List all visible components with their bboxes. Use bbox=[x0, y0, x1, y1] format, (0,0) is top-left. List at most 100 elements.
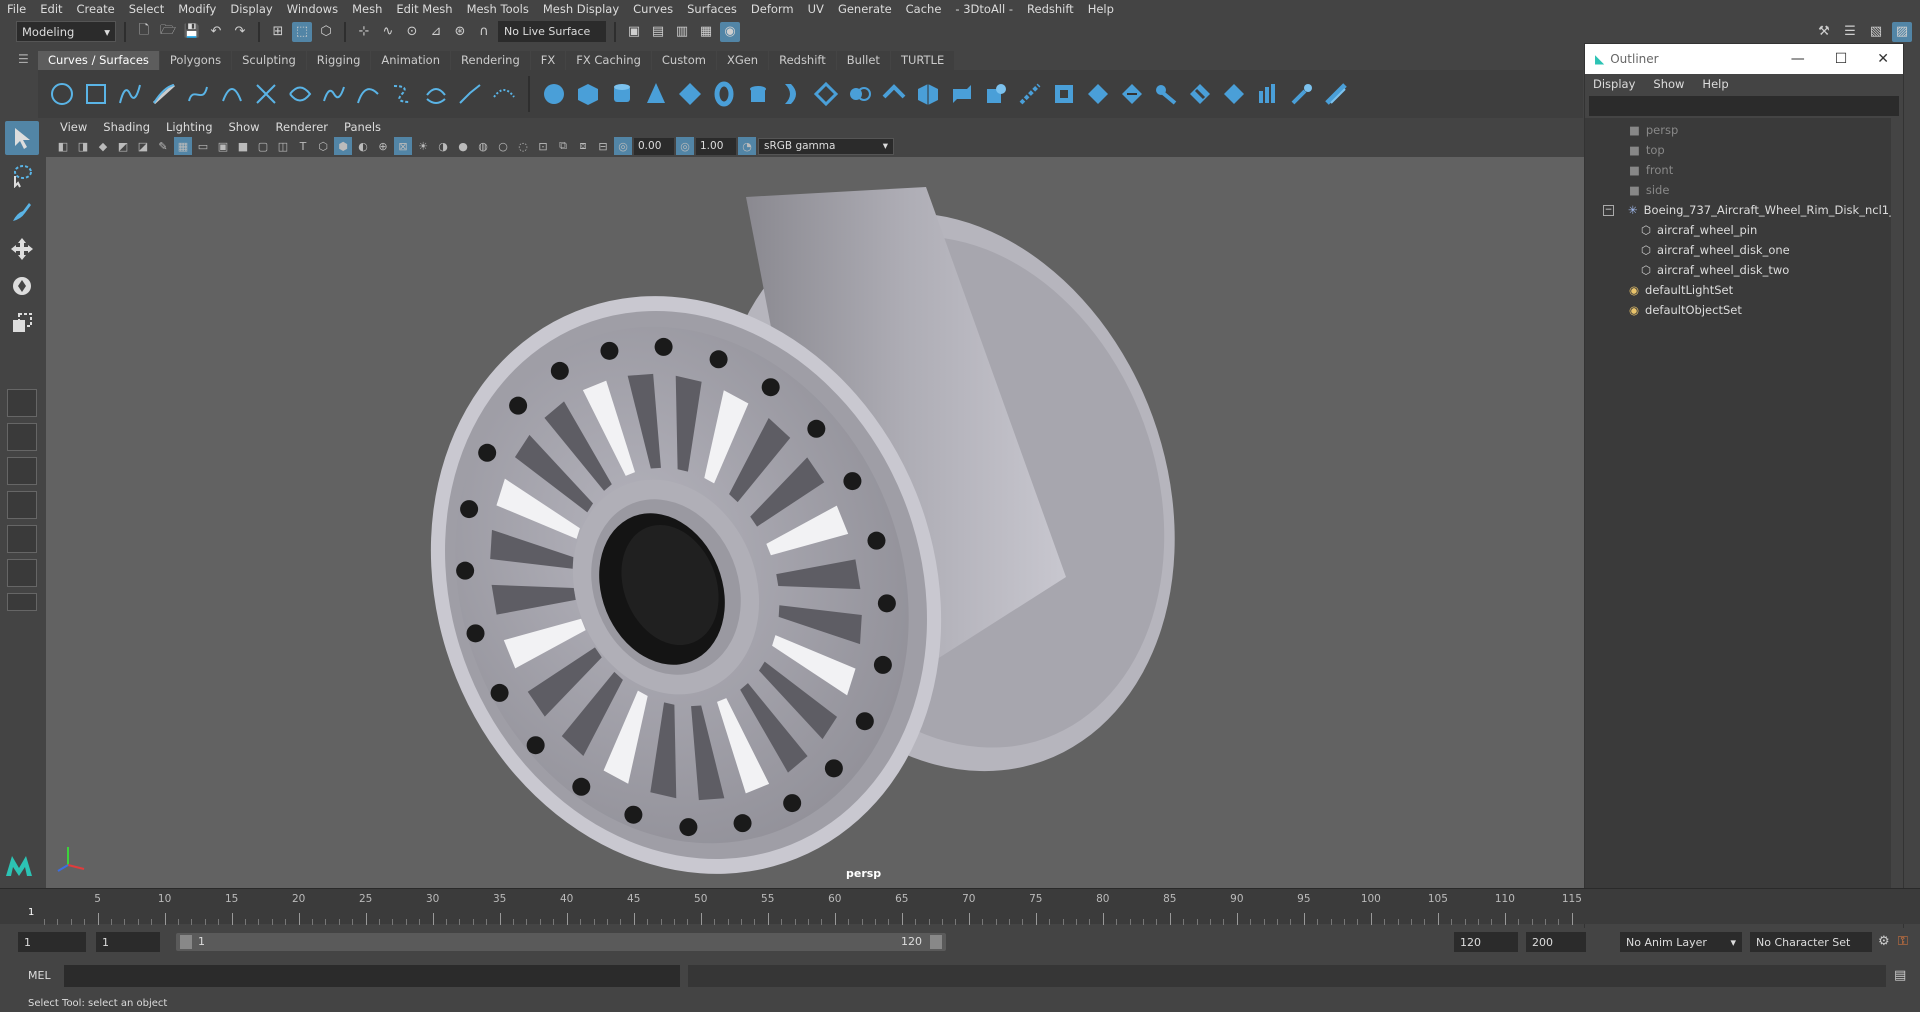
ep-curve-icon[interactable] bbox=[150, 80, 178, 108]
playback-end-field[interactable]: 120 bbox=[1454, 932, 1518, 952]
boundary-icon[interactable] bbox=[948, 80, 976, 108]
command-input[interactable] bbox=[64, 965, 680, 987]
menu-edit[interactable]: Edit bbox=[33, 2, 69, 16]
lasso-tool-icon[interactable] bbox=[5, 158, 39, 192]
xray-components-icon[interactable]: ⊟ bbox=[594, 137, 612, 155]
menu-redshift[interactable]: Redshift bbox=[1020, 2, 1081, 16]
menu-generate[interactable]: Generate bbox=[831, 2, 899, 16]
tab-fx-caching[interactable]: FX Caching bbox=[566, 51, 651, 70]
curve-intersect-icon[interactable] bbox=[286, 80, 314, 108]
range-end-handle[interactable] bbox=[930, 935, 942, 949]
hypershade-icon[interactable]: ◉ bbox=[720, 21, 740, 42]
tab-custom[interactable]: Custom bbox=[651, 51, 716, 70]
outliner-item-default-light-set[interactable]: ◉ defaultLightSet bbox=[1629, 280, 1733, 300]
menu-curves[interactable]: Curves bbox=[626, 2, 680, 16]
outliner-item-side[interactable]: ■ side bbox=[1629, 180, 1669, 200]
range-slider[interactable]: 1 120 bbox=[176, 933, 946, 951]
attach-curves-icon[interactable] bbox=[320, 80, 348, 108]
outliner-item-default-object-set[interactable]: ◉ defaultObjectSet bbox=[1629, 300, 1742, 320]
bookmark-icon[interactable]: ◆ bbox=[94, 137, 112, 155]
motion-blur-icon[interactable]: ◍ bbox=[474, 137, 492, 155]
align-surfaces-icon[interactable] bbox=[1220, 80, 1248, 108]
outliner-menu-display[interactable]: Display bbox=[1593, 77, 1635, 91]
insert-knot-icon[interactable] bbox=[490, 80, 518, 108]
reverse-curve-icon[interactable] bbox=[422, 80, 450, 108]
time-slider[interactable]: 5 10 15 20 25 30 35 40 45 50 55 60 65 70 75 80 85 90 95 100… bbox=[0, 888, 1920, 925]
hypershade-layout-icon[interactable] bbox=[7, 559, 37, 587]
tab-animation[interactable]: Animation bbox=[371, 51, 451, 70]
tab-rigging[interactable]: Rigging bbox=[306, 51, 371, 70]
anim-layer-dropdown[interactable]: No Anim Layer ▾ bbox=[1620, 932, 1742, 952]
menu-mesh[interactable]: Mesh bbox=[345, 2, 389, 16]
shadows-icon[interactable]: ◑ bbox=[434, 137, 452, 155]
ipr-render-icon[interactable]: ▥ bbox=[672, 22, 692, 42]
wireframe-on-shaded-icon[interactable]: ⊕ bbox=[374, 137, 392, 155]
intersect-surfaces-icon[interactable] bbox=[1016, 80, 1044, 108]
menu-display[interactable]: Display bbox=[223, 2, 279, 16]
live-surface-field[interactable]: No Live Surface bbox=[498, 21, 606, 42]
arc-tool-icon[interactable] bbox=[218, 80, 246, 108]
textured-icon[interactable]: ⊠ bbox=[394, 137, 412, 155]
smooth-shade-icon[interactable]: ⬢ bbox=[334, 137, 352, 155]
outliner-item-persp[interactable]: ■ persp bbox=[1629, 120, 1678, 140]
menu-mesh-tools[interactable]: Mesh Tools bbox=[460, 2, 536, 16]
tab-rendering[interactable]: Rendering bbox=[451, 51, 530, 70]
square-surface-icon[interactable] bbox=[982, 80, 1010, 108]
tab-fx[interactable]: FX bbox=[530, 51, 566, 70]
exposure-icon[interactable]: ◎ bbox=[614, 137, 632, 155]
untrim-icon[interactable] bbox=[1118, 80, 1146, 108]
ambient-occlusion-icon[interactable]: ● bbox=[454, 137, 472, 155]
project-curve-icon[interactable] bbox=[1050, 80, 1078, 108]
outliner-item-group[interactable]: − ✳ Boeing_737_Aircraft_Wheel_Rim_Disk_n… bbox=[1603, 200, 1902, 220]
outliner-menu-help[interactable]: Help bbox=[1702, 77, 1728, 91]
outliner-item-wheel-pin[interactable]: ⬡ aircraf_wheel_pin bbox=[1641, 220, 1757, 240]
grid-icon[interactable]: ▦ bbox=[174, 137, 192, 155]
viewport-menu-shading[interactable]: Shading bbox=[95, 120, 158, 134]
detach-curves-icon[interactable] bbox=[354, 80, 382, 108]
tab-turtle[interactable]: TURTLE bbox=[890, 51, 955, 70]
two-view-layout-icon[interactable] bbox=[7, 457, 37, 485]
nurbs-plane-icon[interactable] bbox=[676, 80, 704, 108]
move-tool-icon[interactable] bbox=[5, 232, 39, 266]
exposure-field[interactable]: 0.00 bbox=[634, 137, 674, 155]
close-icon[interactable]: ✕ bbox=[1877, 51, 1889, 67]
outliner-item-wheel-disk-two[interactable]: ⬡ aircraf_wheel_disk_two bbox=[1641, 260, 1789, 280]
outliner-item-front[interactable]: ■ front bbox=[1629, 160, 1673, 180]
extend-curve-icon[interactable] bbox=[456, 80, 484, 108]
menu-cache[interactable]: Cache bbox=[899, 2, 949, 16]
key-icon[interactable]: ⚙ bbox=[1878, 934, 1890, 949]
new-scene-icon[interactable]: 🗋 bbox=[134, 22, 154, 42]
gamma-icon[interactable]: ◎ bbox=[676, 137, 694, 155]
redo-icon[interactable]: ↷ bbox=[230, 22, 250, 42]
color-management-icon[interactable]: ◔ bbox=[738, 137, 756, 155]
channel-box-icon[interactable]: ▨ bbox=[1892, 21, 1912, 42]
character-set-dropdown[interactable]: No Character Set bbox=[1750, 932, 1872, 952]
gate-mask-icon[interactable]: ■ bbox=[234, 137, 252, 155]
nurbs-cube-icon[interactable] bbox=[574, 80, 602, 108]
select-object-icon[interactable]: ⬚ bbox=[292, 21, 312, 42]
open-scene-icon[interactable]: 🗁 bbox=[158, 22, 178, 42]
tab-redshift[interactable]: Redshift bbox=[769, 51, 836, 70]
resolution-gate-icon[interactable]: ▣ bbox=[214, 137, 232, 155]
viewport-menu-panels[interactable]: Panels bbox=[336, 120, 389, 134]
menu-deform[interactable]: Deform bbox=[744, 2, 801, 16]
menu-mesh-display[interactable]: Mesh Display bbox=[536, 2, 626, 16]
tab-bullet[interactable]: Bullet bbox=[836, 51, 890, 70]
bezier-curve-icon[interactable] bbox=[252, 80, 280, 108]
scale-tool-icon[interactable] bbox=[5, 306, 39, 340]
pencil-curve-icon[interactable] bbox=[184, 80, 212, 108]
wireframe-icon[interactable]: ⬡ bbox=[314, 137, 332, 155]
nurbs-square-icon[interactable] bbox=[82, 80, 110, 108]
menu-surfaces[interactable]: Surfaces bbox=[680, 2, 744, 16]
camera-attributes-icon[interactable]: ◨ bbox=[74, 137, 92, 155]
viewport-persp[interactable]: persp bbox=[46, 157, 1584, 888]
menu-create[interactable]: Create bbox=[70, 2, 122, 16]
tab-xgen[interactable]: XGen bbox=[716, 51, 769, 70]
camera-select-icon[interactable]: ◧ bbox=[54, 137, 72, 155]
2d-pan-zoom-icon[interactable]: ◪ bbox=[134, 137, 152, 155]
menu-windows[interactable]: Windows bbox=[280, 2, 345, 16]
outliner-persp-layout-icon[interactable] bbox=[7, 491, 37, 519]
modeling-toolkit-icon[interactable]: ⚒ bbox=[1814, 22, 1834, 42]
safe-title-icon[interactable]: T bbox=[294, 137, 312, 155]
attribute-editor-icon[interactable]: ☰ bbox=[1840, 22, 1860, 42]
